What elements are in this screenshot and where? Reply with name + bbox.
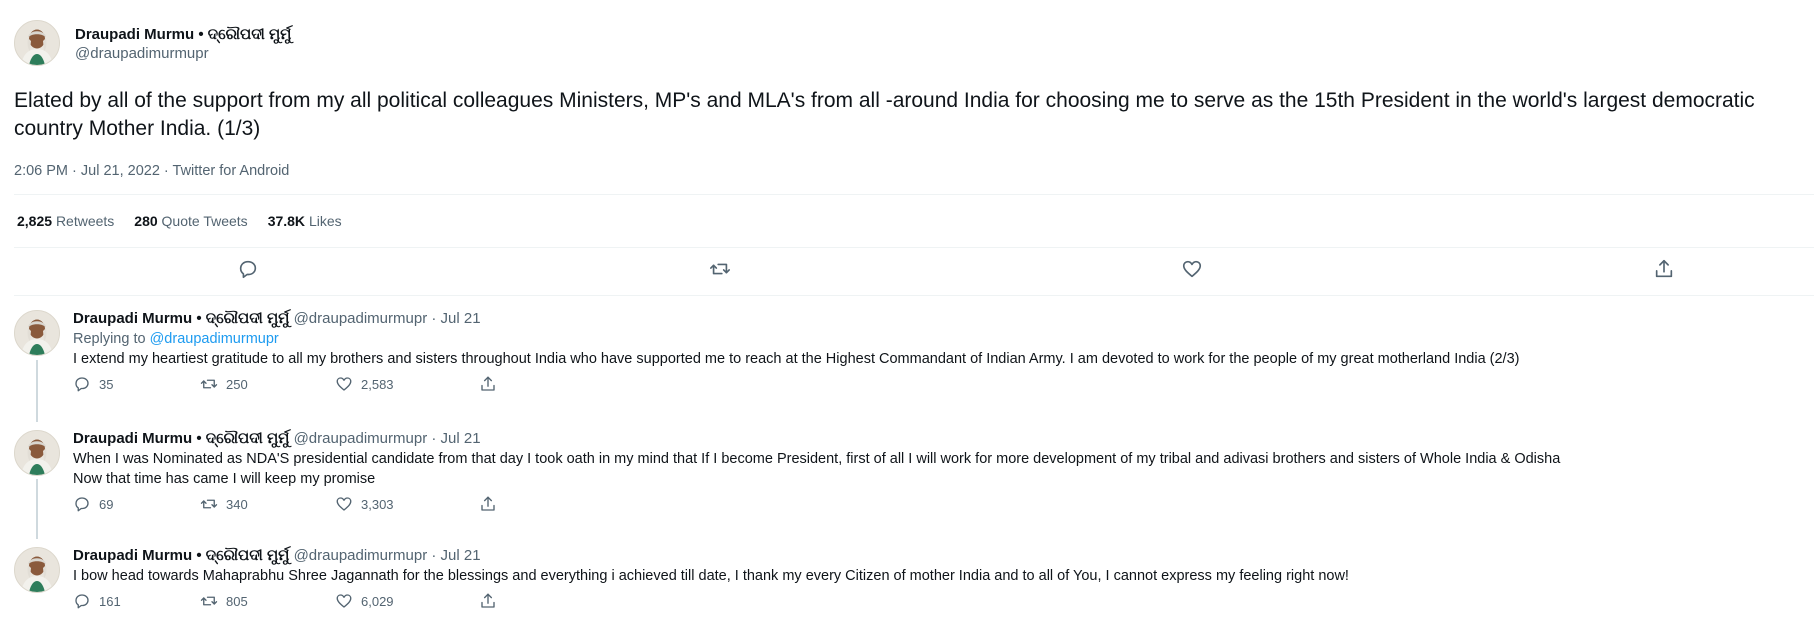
author-name[interactable]: Draupadi Murmu • ଦ୍ରୌପଦୀ ମୁର୍ମୁ [73,310,289,327]
tweet-timestamp[interactable]: 2:06 PM · Jul 21, 2022 · Twitter for And… [14,163,1804,179]
like-count: 2,583 [361,376,394,392]
retweet-count: 340 [226,496,248,512]
likes-label: Likes [308,213,342,229]
reply-button[interactable]: 35 [73,375,200,393]
avatar[interactable] [14,20,60,66]
author-name[interactable]: Draupadi Murmu • ଦ୍ରୌପଦୀ ମୁର୍ମୁ [75,26,291,43]
reply-icon [73,375,91,393]
reply-button[interactable] [235,256,261,282]
reply-actions: 69 340 3,303 [73,495,1793,513]
reply-count: 161 [99,593,121,609]
tweet-text: Elated by all of the support from my all… [14,89,1755,140]
avatar-image [15,311,59,355]
reply-body: Draupadi Murmu • ଦ୍ରୌପଦୀ ମୁର୍ମୁ @draupad… [73,310,1793,393]
author-name[interactable]: Draupadi Murmu • ଦ୍ରୌପଦୀ ମୁର୍ମୁ [73,547,289,564]
reply-header: Draupadi Murmu • ଦ୍ରୌପଦୀ ମୁର୍ମୁ @draupad… [73,547,1793,564]
like-button[interactable]: 6,029 [335,592,479,610]
retweets-count: 2,825 [17,213,53,229]
main-tweet: Draupadi Murmu • ଦ୍ରୌପଦୀ ମୁର୍ମୁ @draupad… [14,20,1804,179]
replying-handle-link[interactable]: @draupadimurmupr [150,331,279,347]
like-icon [335,495,353,513]
reply-text: I bow head towards Mahaprabhu Shree Jaga… [73,568,1349,584]
reply-icon [73,592,91,610]
reply-header: Draupadi Murmu • ଦ୍ରୌପଦୀ ମୁର୍ମୁ @draupad… [73,310,1793,327]
like-count: 6,029 [361,593,394,609]
share-icon [1653,258,1675,280]
tweet-stats: 2,825 Retweets 280 Quote Tweets 37.8K Li… [17,213,342,229]
retweet-button[interactable]: 805 [200,592,335,610]
share-button[interactable] [479,592,497,610]
avatar[interactable] [14,547,60,593]
likes-stat[interactable]: 37.8K Likes [268,213,342,229]
reply-body: Draupadi Murmu • ଦ୍ରୌପଦୀ ମୁର୍ମୁ @draupad… [73,547,1793,610]
retweet-icon [200,375,218,393]
reply-text: I extend my heartiest gratitude to all m… [73,351,1520,367]
reply-button[interactable]: 161 [73,592,200,610]
retweets-stat[interactable]: 2,825 Retweets [17,213,114,229]
like-button[interactable]: 2,583 [335,375,479,393]
reply-count: 35 [99,376,114,392]
reply-text-line: When I was Nominated as NDA'S presidenti… [73,451,1561,467]
author-handle-date[interactable]: @draupadimurmupr · Jul 21 [294,430,481,447]
reply-actions: 161 805 6,029 [73,592,1793,610]
share-icon [479,375,497,393]
share-button[interactable] [479,375,497,393]
quotes-count: 280 [134,213,158,229]
thread-line [36,479,38,539]
reply-icon [73,495,91,513]
main-action-bar [0,256,1814,286]
author-name[interactable]: Draupadi Murmu • ଦ୍ରୌପଦୀ ମୁର୍ମୁ [73,430,289,447]
like-icon [335,375,353,393]
likes-count: 37.8K [267,213,306,229]
author-handle[interactable]: @draupadimurmupr [75,45,291,62]
replying-label: Replying to [73,331,146,347]
reply-body: Draupadi Murmu • ଦ୍ରୌପଦୀ ମୁର୍ମୁ @draupad… [73,430,1793,513]
reply-actions: 35 250 2,583 [73,375,1793,393]
avatar-image [15,21,59,65]
main-author-row: Draupadi Murmu • ଦ୍ରୌପଦୀ ମୁର୍ମୁ @draupad… [14,20,1804,66]
divider [14,247,1814,248]
retweet-button[interactable] [707,256,733,282]
reply-header: Draupadi Murmu • ଦ୍ରୌପଦୀ ମୁର୍ମୁ @draupad… [73,430,1793,447]
avatar-image [15,548,59,592]
retweet-icon [200,495,218,513]
retweet-button[interactable]: 250 [200,375,335,393]
quotes-stat[interactable]: 280 Quote Tweets [134,213,247,229]
retweet-count: 250 [226,376,248,392]
avatar[interactable] [14,310,60,356]
author-handle-date[interactable]: @draupadimurmupr · Jul 21 [294,547,481,564]
share-button[interactable] [1651,256,1677,282]
like-icon [1181,258,1203,280]
avatar-image [15,431,59,475]
retweet-button[interactable]: 340 [200,495,335,513]
divider [14,295,1814,296]
like-count: 3,303 [361,496,394,512]
reply-count: 69 [99,496,114,512]
reply-text-line: Now that time has came I will keep my pr… [73,471,376,487]
reply-icon [237,258,259,280]
quotes-label: Quote Tweets [161,213,248,229]
divider [14,194,1814,195]
like-button[interactable] [1179,256,1205,282]
author-meta: Draupadi Murmu • ଦ୍ରୌପଦୀ ମୁର୍ମୁ @draupad… [75,26,291,62]
share-icon [479,592,497,610]
reply-button[interactable]: 69 [73,495,200,513]
share-button[interactable] [479,495,497,513]
avatar[interactable] [14,430,60,476]
like-button[interactable]: 3,303 [335,495,479,513]
retweet-icon [200,592,218,610]
author-handle-date[interactable]: @draupadimurmupr · Jul 21 [294,310,481,327]
share-icon [479,495,497,513]
retweet-count: 805 [226,593,248,609]
retweets-label: Retweets [55,213,115,229]
retweet-icon [709,258,731,280]
like-icon [335,592,353,610]
replying-to: Replying to @draupadimurmupr [73,331,1793,347]
thread-line [36,360,38,422]
